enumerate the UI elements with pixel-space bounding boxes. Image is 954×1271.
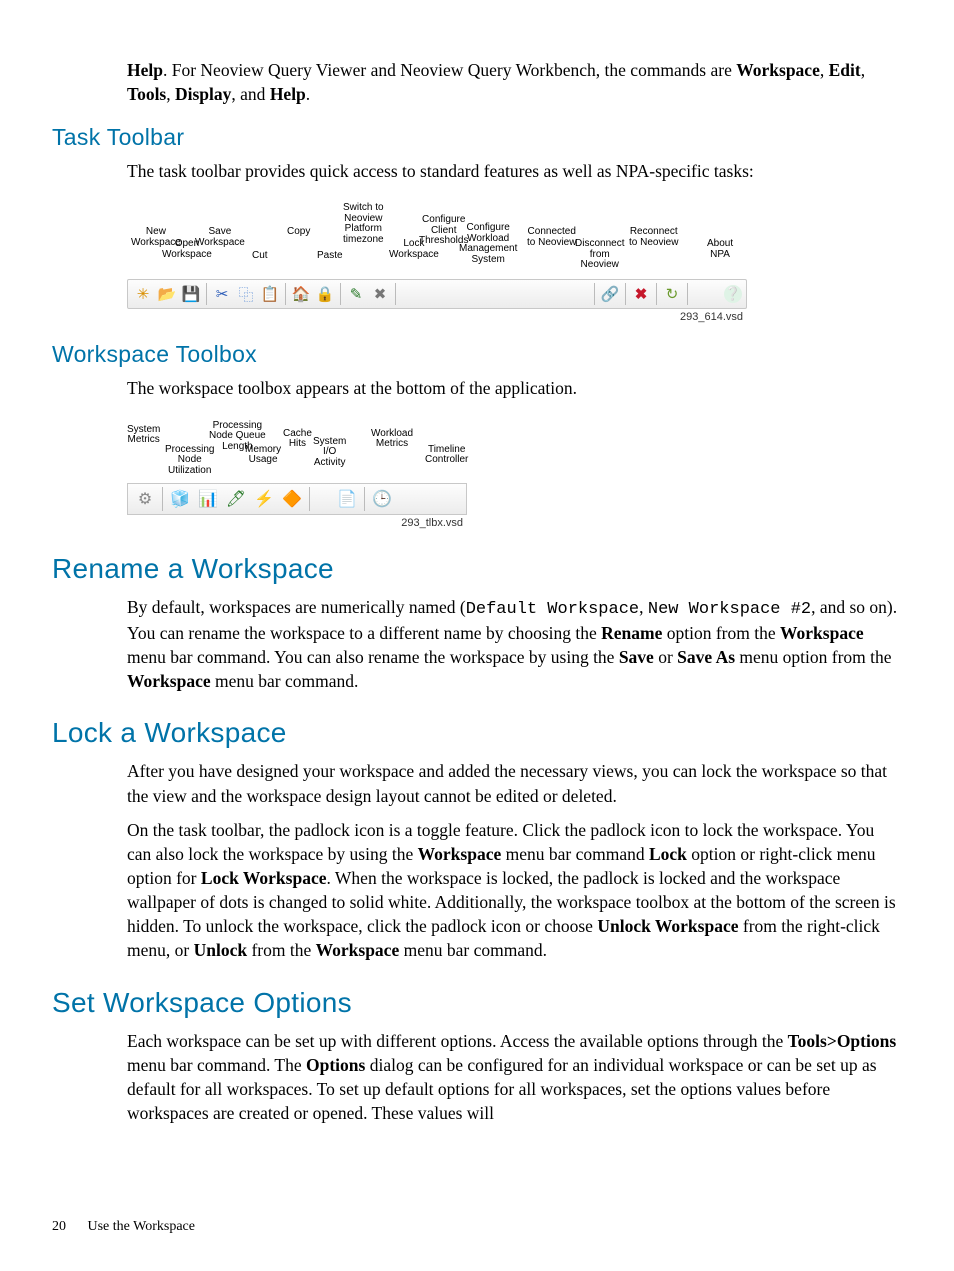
configure-wms-icon[interactable]: ✖ [369,283,391,305]
proc-node-util-icon[interactable]: 🧊 [167,487,193,511]
toolbar-figure-caption: 293_614.vsd [127,311,747,323]
heading-set-workspace-options: Set Workspace Options [52,987,902,1019]
separator [594,283,595,305]
heading-workspace-toolbox: Workspace Toolbox [52,341,902,368]
separator [309,487,310,511]
separator [625,283,626,305]
heading-lock-workspace: Lock a Workspace [52,717,902,749]
separator [285,283,286,305]
workload-metrics-icon[interactable]: 📄 [334,487,360,511]
toolbar-labels: New Workspace Open Workspace Save Worksp… [127,197,747,279]
intro-paragraph: Help. For Neoview Query Viewer and Neovi… [52,58,902,106]
proc-queue-icon[interactable]: 📊 [195,487,221,511]
disconnect-icon[interactable]: ✖ [630,283,652,305]
system-io-icon[interactable]: 🔶 [279,487,305,511]
open-workspace-icon[interactable]: 📂 [156,283,178,305]
timezone-icon[interactable]: 🏠 [290,283,312,305]
lock-workspace-icon[interactable]: 🔒 [314,283,336,305]
footer-section-title: Use the Workspace [88,1219,195,1234]
separator [395,283,396,305]
toolbox-figure-caption: 293_tlbx.vsd [127,517,467,529]
separator [687,283,688,305]
toolbox-icon-strip: ⚙ 🧊 📊 🖊 ⚡ 🔶 📄 🕒 [127,483,467,515]
copy-icon[interactable]: ⿻ [235,283,257,305]
heading-task-toolbar: Task Toolbar [52,124,902,151]
cache-hits-icon[interactable]: ⚡ [251,487,277,511]
paste-icon[interactable]: 📋 [259,283,281,305]
separator [364,487,365,511]
bold-help: Help [127,60,163,80]
workspace-toolbox-para: The workspace toolbox appears at the bot… [52,376,902,400]
save-workspace-icon[interactable]: 💾 [180,283,202,305]
connected-icon[interactable]: 🔗 [599,283,621,305]
toolbar-icon-strip: ✳ 📂 💾 ✂ ⿻ 📋 🏠 🔒 ✎ ✖ 🔗 ✖ ↻ ❔ [127,279,747,309]
toolbox-labels: System Metrics Processing Node Utilizati… [127,415,467,483]
page-footer: 20 Use the Workspace [52,1219,195,1235]
timeline-controller-icon[interactable]: 🕒 [369,487,395,511]
memory-usage-icon[interactable]: 🖊 [223,487,249,511]
configure-thresholds-icon[interactable]: ✎ [345,283,367,305]
rename-workspace-para: By default, workspaces are numerically n… [52,595,902,694]
lock-workspace-para1: After you have designed your workspace a… [52,759,902,807]
lock-workspace-para2: On the task toolbar, the padlock icon is… [52,818,902,963]
separator [206,283,207,305]
about-icon[interactable]: ❔ [724,285,742,303]
system-metrics-icon[interactable]: ⚙ [132,487,158,511]
new-workspace-icon[interactable]: ✳ [132,283,154,305]
separator [340,283,341,305]
separator [656,283,657,305]
cut-icon[interactable]: ✂ [211,283,233,305]
workspace-toolbox-figure: System Metrics Processing Node Utilizati… [127,415,467,529]
task-toolbar-para: The task toolbar provides quick access t… [52,159,902,183]
heading-rename-workspace: Rename a Workspace [52,553,902,585]
separator [162,487,163,511]
task-toolbar-figure: New Workspace Open Workspace Save Worksp… [127,197,747,323]
page-number: 20 [52,1219,66,1234]
set-workspace-options-para: Each workspace can be set up with differ… [52,1029,902,1126]
reconnect-icon[interactable]: ↻ [661,283,683,305]
